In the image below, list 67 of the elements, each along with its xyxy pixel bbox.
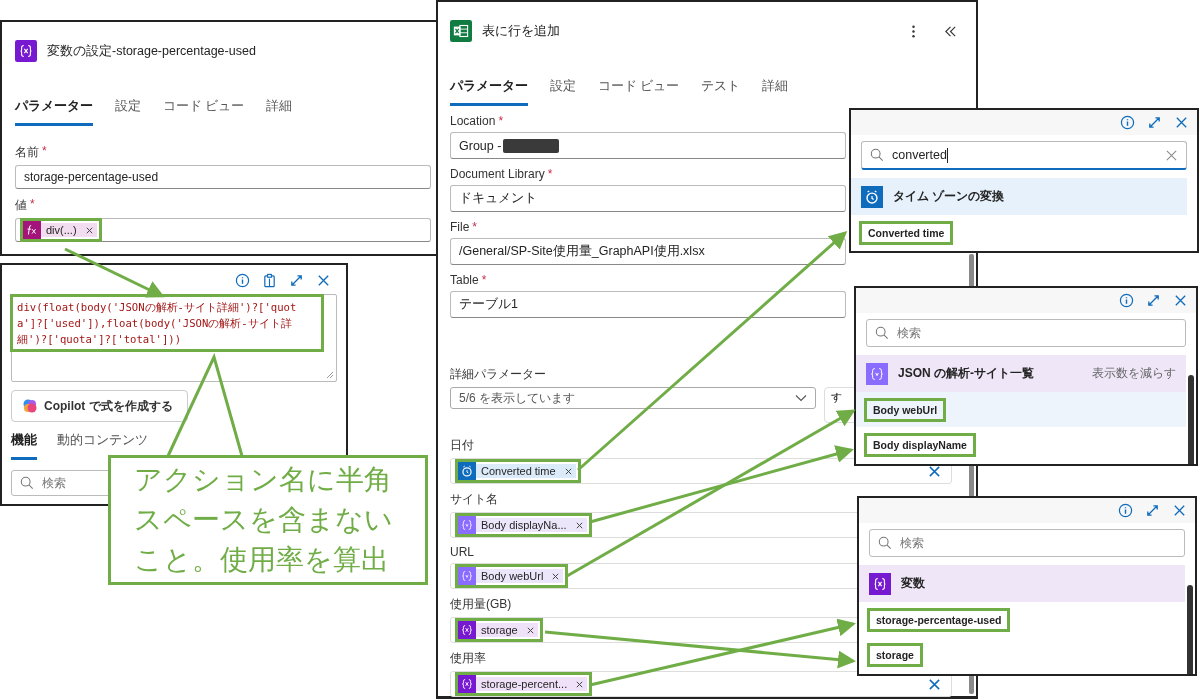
token-field[interactable]: storage-percent... (450, 671, 952, 697)
tab[interactable]: コード ビュー (163, 98, 245, 126)
token-chip[interactable]: Body displayNa... (455, 513, 592, 537)
field-label: サイト名 (450, 491, 498, 508)
item-label: Body webUrl (864, 397, 947, 422)
text-field[interactable]: /General/SP-Site使用量_GraphAPI使用.xlsx (450, 238, 846, 265)
callout-text: アクション名に半角スペースを含まないこと。使用率を算出 (133, 463, 394, 577)
tab[interactable]: 動的コンテンツ (57, 432, 148, 460)
content-item[interactable]: Converted time (851, 215, 1187, 250)
required-mark: * (481, 273, 487, 287)
group-header[interactable]: タイム ゾーンの変換 (851, 178, 1187, 215)
panel-title: 表に行を追加 (482, 22, 560, 40)
tab[interactable]: 機能 (11, 432, 37, 460)
dropdown[interactable]: 5/6 を表示しています (450, 387, 816, 409)
expression-code: div(float(body('JSONの解析-サイト詳細')?['quota']?['used']),float(body('JSONの解析-サイト詳細')?['quota']?['total'])) (10, 294, 324, 352)
field-label: 日付 (450, 437, 474, 454)
group-header[interactable]: 変数 (859, 565, 1185, 602)
text-field[interactable]: テーブル1 (450, 291, 846, 318)
search-field[interactable]: 検索 (869, 529, 1185, 557)
tab[interactable]: パラメーター (15, 98, 93, 126)
search-field[interactable]: converted (861, 141, 1187, 170)
group-title: JSON の解析-サイト一覧 (898, 365, 1034, 382)
required-mark: * (30, 197, 35, 213)
tab[interactable]: 設定 (115, 98, 141, 126)
value-field[interactable]: div(...) (15, 218, 431, 242)
field-label: 詳細パラメーター (450, 366, 546, 383)
token-chip[interactable]: Body webUrl (455, 564, 569, 588)
field-label: URL (450, 545, 474, 559)
token-chip[interactable]: storage-percent... (455, 672, 593, 696)
field-label: 値 (15, 197, 27, 214)
tab[interactable]: 設定 (550, 78, 576, 106)
item-label: storage-percentage-used (867, 607, 1011, 632)
token-field[interactable]: Converted time (450, 458, 952, 484)
required-mark: * (547, 167, 553, 181)
show-less-link[interactable]: 表示数を減らす (1092, 366, 1176, 381)
field-label: 名前 (15, 144, 39, 161)
tab[interactable]: パラメーター (450, 78, 528, 106)
expression-editor[interactable]: div(float(body('JSONの解析-サイト詳細')?['quota']?['used']),float(body('JSONの解析-サイト詳細')?['quota']?['total'])) (11, 294, 337, 382)
token-chip[interactable]: storage (455, 618, 543, 642)
content-item[interactable]: Body webUrl (856, 392, 1186, 427)
item-label: Body displayName (864, 432, 976, 457)
tab[interactable]: 詳細 (762, 78, 789, 106)
field-label: Table (450, 273, 479, 287)
tab[interactable]: 詳細 (266, 98, 293, 126)
field-label: File (450, 220, 470, 234)
token-chip[interactable]: div(...) (20, 218, 102, 242)
panel-title: 変数の設定-storage-percentage-used (47, 42, 256, 60)
group-header[interactable]: JSON の解析-サイト一覧 表示数を減らす (856, 355, 1186, 392)
field-label: 使用量(GB) (450, 596, 512, 613)
required-mark: * (472, 220, 477, 234)
field-label: Location (450, 114, 496, 128)
required-mark: * (42, 144, 47, 160)
group-title: 変数 (901, 575, 925, 592)
text-field[interactable]: Group - (450, 132, 846, 159)
group-title: タイム ゾーンの変換 (893, 188, 1005, 205)
required-mark: * (498, 114, 504, 128)
tab[interactable]: テスト (701, 78, 741, 106)
tab[interactable]: コード ビュー (598, 78, 680, 106)
name-field[interactable]: storage-percentage-used (15, 165, 431, 189)
copilot-button[interactable]: Copilot で式を作成する (11, 390, 188, 422)
item-label: storage (867, 642, 923, 667)
token-chip[interactable]: Converted time (455, 459, 581, 483)
field-label: Document Library (450, 167, 545, 181)
text-field[interactable]: ドキュメント (450, 185, 846, 212)
search-field[interactable]: 検索 (866, 319, 1186, 347)
item-label: Converted time (859, 220, 954, 245)
field-label: 使用率 (450, 650, 486, 667)
